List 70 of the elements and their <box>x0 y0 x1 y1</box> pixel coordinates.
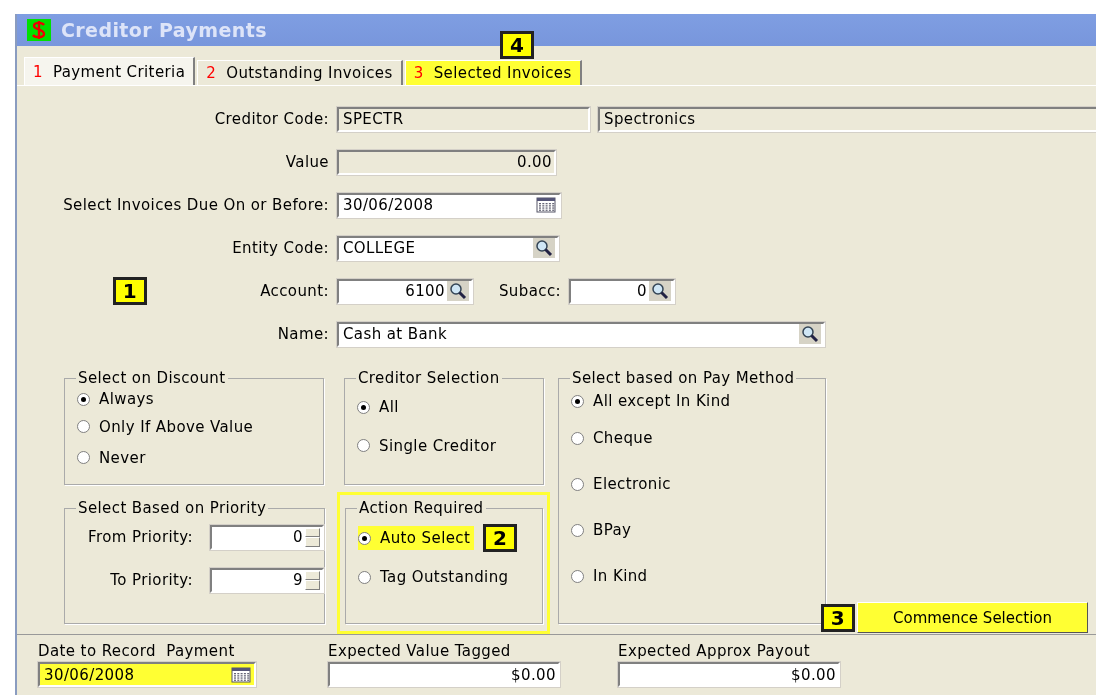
callout-number: 3 <box>821 603 855 632</box>
group-title: Select on Discount <box>77 369 227 387</box>
search-icon[interactable] <box>533 238 555 258</box>
radio-button[interactable] <box>357 439 370 452</box>
input-field[interactable]: Cash at Bank <box>337 321 825 347</box>
field-label: Creditor Code: <box>213 110 330 128</box>
radio-option[interactable]: Tag Outstanding <box>358 565 513 589</box>
input-field[interactable]: COLLEGE <box>337 235 559 261</box>
callout-number: 2 <box>483 524 518 552</box>
input-field[interactable]: $0.00 <box>328 662 560 687</box>
tab[interactable]: 2 Outstanding Invoices <box>197 60 403 85</box>
tab[interactable]: 3 Selected Invoices <box>404 60 582 85</box>
radio-button[interactable] <box>358 570 371 584</box>
radio-option[interactable]: Only If Above Value <box>77 414 258 439</box>
radio-button[interactable] <box>358 531 371 545</box>
callout-number: 4 <box>500 31 534 59</box>
tab[interactable]: 1 Payment Criteria <box>24 57 196 85</box>
dollar-icon <box>27 19 51 41</box>
radio-option[interactable]: Electronic <box>571 472 675 496</box>
input-field[interactable]: SPECTR <box>337 106 590 132</box>
group-title: Select based on Pay Method <box>571 369 796 387</box>
field-label: Account: <box>259 282 330 300</box>
window-title: Creditor Payments <box>61 19 267 41</box>
radio-button[interactable] <box>77 392 90 406</box>
radio-button[interactable] <box>357 400 370 414</box>
field-label: Value <box>284 153 330 171</box>
field-label: Expected Approx Payout <box>618 642 812 660</box>
radio-button[interactable] <box>77 451 90 464</box>
radio-button[interactable] <box>77 420 90 433</box>
radio-option[interactable]: Auto Select <box>358 526 475 550</box>
field-label: To Priority: <box>109 571 194 589</box>
callout-number: 1 <box>113 277 147 305</box>
field-label: Expected Value Tagged <box>328 642 512 660</box>
date-field[interactable]: 30/06/2008 <box>337 192 561 218</box>
radio-option[interactable]: Cheque <box>571 426 657 450</box>
group-title: Creditor Selection <box>357 369 501 387</box>
radio-button[interactable] <box>571 431 584 445</box>
radio-button[interactable] <box>571 569 584 583</box>
radio-option[interactable]: All <box>357 395 403 419</box>
field-label: From Priority: <box>87 528 194 546</box>
input-field[interactable]: Spectronics <box>598 106 1096 132</box>
field-label: Entity Code: <box>231 239 330 257</box>
field-label: Name: <box>276 325 330 343</box>
calendar-icon[interactable] <box>535 196 557 214</box>
search-icon[interactable] <box>799 324 821 344</box>
number-spinner[interactable]: 0 <box>210 524 324 550</box>
commence-selection-button[interactable]: Commence Selection <box>857 602 1088 633</box>
radio-button[interactable] <box>571 477 584 491</box>
radio-button[interactable] <box>571 523 584 537</box>
radio-option[interactable]: Always <box>77 387 158 411</box>
input-field[interactable]: 0.00 <box>337 149 556 175</box>
radio-option[interactable]: BPay <box>571 518 636 542</box>
search-icon[interactable] <box>649 281 671 301</box>
group-title: Select Based on Priority <box>77 499 268 517</box>
input-field[interactable]: 6100 <box>337 278 473 304</box>
group-title: Action Required <box>358 499 485 517</box>
field-label: Select Invoices Due On or Before: <box>62 196 330 214</box>
calendar-icon[interactable] <box>230 665 252 684</box>
radio-option[interactable]: Single Creditor <box>357 433 501 458</box>
field-label: Date to Record Payment <box>38 642 236 660</box>
number-spinner[interactable]: 9 <box>210 567 324 593</box>
radio-option[interactable]: In Kind <box>571 564 652 588</box>
date-field[interactable]: 30/06/2008 <box>38 662 256 687</box>
radio-option[interactable]: All except In Kind <box>571 389 735 413</box>
input-field[interactable]: $0.00 <box>618 662 840 687</box>
input-field[interactable]: 0 <box>569 278 675 304</box>
field-label: Subacc: <box>497 282 562 300</box>
radio-option[interactable]: Never <box>77 445 150 470</box>
radio-button[interactable] <box>571 394 584 408</box>
search-icon[interactable] <box>447 281 469 301</box>
